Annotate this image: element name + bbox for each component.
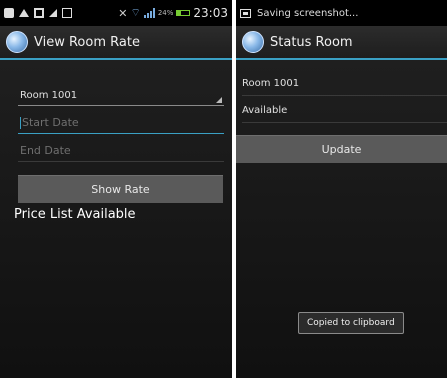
start-date-input[interactable]: Start Date	[18, 112, 224, 134]
wifi-icon: ⌔	[130, 6, 141, 19]
end-date-input[interactable]: End Date	[18, 140, 224, 162]
status-bar: Saving screenshot...	[236, 0, 447, 26]
status-right: ✕ ⌔ 24% 23:03	[118, 6, 228, 20]
status-room-screen: Saving screenshot... Status Room Room 10…	[236, 0, 447, 378]
room-label: Room 1001	[242, 74, 447, 96]
app-globe-icon[interactable]	[6, 31, 28, 53]
notification-text: Saving screenshot...	[257, 7, 359, 19]
action-bar: View Room Rate	[0, 26, 232, 60]
end-date-placeholder: End Date	[20, 144, 71, 157]
screenshot-notification: Saving screenshot...	[236, 8, 358, 19]
start-date-placeholder: Start Date	[22, 116, 79, 129]
battery-percent: 24%	[157, 9, 174, 17]
screen-title: View Room Rate	[34, 34, 140, 50]
mute-icon: ✕	[118, 6, 128, 20]
clock: 23:03	[193, 6, 228, 20]
update-button[interactable]: Update	[236, 135, 447, 163]
view-room-rate-screen: ✕ ⌔ 24% 23:03 View Room Rate Room 1001 S…	[0, 0, 232, 378]
notification-icon	[4, 8, 14, 18]
screenshot-icon	[62, 8, 72, 18]
screen-title: Status Room	[270, 34, 353, 50]
notification-icons	[4, 8, 72, 18]
battery-icon	[176, 10, 191, 16]
dropdown-triangle-icon	[216, 97, 222, 103]
show-rate-button[interactable]: Show Rate	[18, 175, 223, 203]
text-cursor	[20, 117, 21, 129]
app-globe-icon[interactable]	[242, 31, 264, 53]
notification-icon	[49, 9, 57, 17]
screenshot-icon	[240, 8, 251, 18]
toast-message: Copied to clipboard	[298, 312, 404, 334]
room-status-label: Available	[242, 101, 447, 123]
room-spinner[interactable]: Room 1001	[18, 86, 224, 106]
price-list-text: Price List Available	[14, 207, 136, 222]
notification-icon	[19, 9, 29, 17]
signal-icon	[143, 8, 155, 18]
room-spinner-value: Room 1001	[20, 90, 78, 101]
message-icon	[34, 8, 44, 18]
status-bar: ✕ ⌔ 24% 23:03	[0, 0, 232, 26]
action-bar: Status Room	[236, 26, 447, 60]
